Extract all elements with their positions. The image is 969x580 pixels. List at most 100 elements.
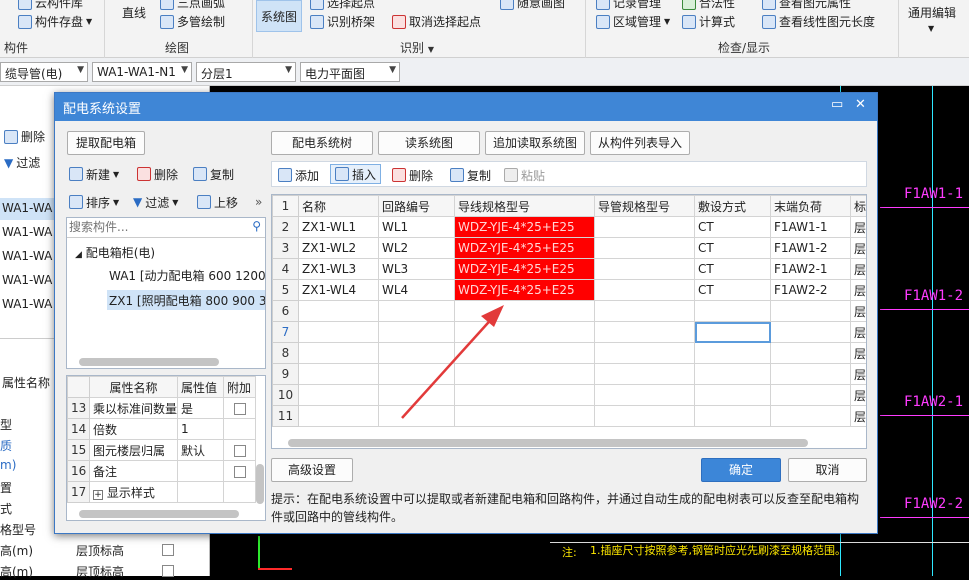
table-row[interactable]: 11 层 xyxy=(272,405,866,427)
checkbox[interactable] xyxy=(162,563,174,577)
attribute-icon xyxy=(762,0,776,10)
system-diagram-button[interactable]: 系统图 xyxy=(256,0,303,32)
insert-button[interactable]: 插入 xyxy=(330,164,382,184)
table-row[interactable]: 13 乘以标准间数量是 xyxy=(67,397,256,419)
checkbox[interactable] xyxy=(162,542,174,556)
legal-button[interactable]: 合法性 xyxy=(682,0,735,11)
cancel-select-start-button[interactable]: 取消选择起点 xyxy=(392,13,481,30)
copy-component-button[interactable]: 复制 xyxy=(193,164,234,184)
minimize-icon[interactable]: ▭ xyxy=(831,97,843,112)
import-from-component-list-button[interactable]: 从构件列表导入 xyxy=(590,131,690,155)
list-item[interactable]: WA1-WA xyxy=(0,222,60,244)
length-icon xyxy=(762,14,776,29)
advanced-settings-button[interactable]: 高级设置 xyxy=(271,458,353,482)
horizontal-scrollbar[interactable] xyxy=(288,439,808,447)
add-icon xyxy=(278,168,292,182)
extract-distribution-box-button[interactable]: 提取配电箱 xyxy=(67,131,145,155)
copy-row-button[interactable]: 复制 xyxy=(450,165,491,185)
three-point-arc-button[interactable]: 三点画弧 xyxy=(160,0,225,11)
table-row[interactable]: 6层 xyxy=(272,300,866,322)
table-row[interactable]: 15 图元楼层归属 默认 xyxy=(67,439,256,461)
table-row[interactable]: 3 ZX1-WL2 WL2 WDZ-YJE-4*25+E25 CT F1AW1-2 层 xyxy=(272,237,866,259)
tree-root[interactable]: ◢ 配电箱柜(电) xyxy=(75,244,155,261)
read-system-diagram-button[interactable]: 读系统图 xyxy=(378,131,480,155)
active-cell[interactable] xyxy=(694,321,771,343)
tree-item-zx1[interactable]: ZX1 [照明配电箱 800 900 30 xyxy=(107,290,265,310)
property-table: 属性名称 属性值 附加 13 乘以标准间数量是 14 倍数 1 15 图元楼层归属 默认 … xyxy=(67,376,256,503)
horizontal-scrollbar[interactable] xyxy=(79,510,239,518)
ok-button[interactable]: 确定 xyxy=(701,458,781,482)
cad-line xyxy=(880,517,969,518)
drawing-select[interactable]: 电力平面图 ▼ xyxy=(300,62,400,82)
paste-row-button[interactable]: 粘贴 xyxy=(504,165,545,185)
append-read-diagram-button[interactable]: 追加读取系统图 xyxy=(485,131,585,155)
view-element-attr-button[interactable]: 查看图元属性 xyxy=(762,0,851,11)
record-manage-button[interactable]: 记录管理 xyxy=(596,0,661,11)
table-row[interactable]: 17 + 显示样式 xyxy=(67,481,256,503)
delete-component-button[interactable]: 删除 xyxy=(137,164,178,184)
layer-select[interactable]: 分层1 ▼ xyxy=(196,62,296,82)
checkbox[interactable] xyxy=(223,460,256,482)
table-row[interactable]: 2 ZX1-WL1 WL1 WDZ-YJE-4*25+E25 CT F1AW1-1 层 xyxy=(272,216,866,238)
filter-button[interactable]: ▼ 过滤 xyxy=(4,154,40,171)
add-button[interactable]: 添加 xyxy=(278,165,319,185)
component-name-select[interactable]: WA1-WA1-N1 ▼ xyxy=(92,62,192,82)
expand-plus-icon[interactable]: + xyxy=(93,489,103,500)
identify-bridge-button[interactable]: 识别桥架 xyxy=(310,13,375,30)
cancel-button[interactable]: 取消 xyxy=(788,458,867,482)
bridge-icon xyxy=(310,14,324,29)
prop-label: 型 xyxy=(0,418,13,432)
more-icon[interactable]: » xyxy=(255,192,262,212)
delete-button[interactable]: 删除 xyxy=(4,128,45,145)
table-row[interactable]: 5 ZX1-WL4 WL4 WDZ-YJE-4*25+E25 CT F1AW2-2 层 xyxy=(272,279,866,301)
table-row[interactable]: 10 层 xyxy=(272,384,866,406)
vertical-scrollbar[interactable] xyxy=(256,464,264,504)
select-start-button[interactable]: 选择起点 xyxy=(310,0,375,11)
view-line-length-button[interactable]: 查看线性图元长度 xyxy=(762,13,875,30)
move-up-button[interactable]: 上移 xyxy=(197,192,238,212)
axis-x-icon xyxy=(258,568,292,570)
tree-item-wa1[interactable]: WA1 [动力配电箱 600 1200 xyxy=(109,267,265,284)
filter-component-button[interactable]: ▼ 过滤 ▼ xyxy=(133,192,178,212)
component-type-select[interactable]: 缆导管(电) ▼ xyxy=(0,62,88,82)
prop-label: 式 xyxy=(0,502,13,516)
arrow-up-icon xyxy=(197,195,211,209)
list-item[interactable]: WA1-WA xyxy=(0,270,60,292)
search-input[interactable] xyxy=(67,218,237,236)
cad-line xyxy=(880,415,969,416)
search-icon[interactable]: ⚲ xyxy=(252,219,261,233)
check-icon xyxy=(682,0,696,10)
horizontal-scrollbar[interactable] xyxy=(79,358,219,366)
table-row[interactable]: 9层 xyxy=(272,363,866,385)
sort-button[interactable]: 排序 ▼ xyxy=(69,192,119,212)
component-save-button[interactable]: 构件存盘 ▼ xyxy=(18,13,92,30)
line-button[interactable]: 直线 xyxy=(122,4,146,21)
list-item[interactable]: WA1-WA xyxy=(0,294,60,316)
table-row[interactable]: 4 ZX1-WL3 WL3 WDZ-YJE-4*25+E25 CT F1AW2-1 层 xyxy=(272,258,866,280)
new-button[interactable]: 新建 ▼ xyxy=(69,164,119,184)
checkbox[interactable] xyxy=(223,439,256,461)
expand-icon[interactable]: ◢ xyxy=(75,250,82,260)
checkbox[interactable] xyxy=(223,397,256,419)
power-system-tree-button[interactable]: 配电系统树 xyxy=(271,131,373,155)
table-row[interactable]: 8层 xyxy=(272,342,866,364)
list-item[interactable]: WA1-WA xyxy=(0,198,60,220)
calc-formula-button[interactable]: 计算式 xyxy=(682,13,735,30)
ribbon-separator xyxy=(585,0,586,58)
group-identify: 识别 ▼ xyxy=(400,41,434,55)
cancel-start-icon xyxy=(392,14,406,29)
list-item[interactable]: WA1-WA xyxy=(0,246,60,268)
table-row[interactable]: 16 备注 xyxy=(67,460,256,482)
region-manage-button[interactable]: 区域管理 ▼ xyxy=(596,13,670,30)
chevron-down-icon[interactable]: ▼ xyxy=(928,24,934,33)
general-edit-button[interactable]: 通用编辑 xyxy=(908,4,956,21)
delete-row-button[interactable]: 删除 xyxy=(392,165,433,185)
multi-pipe-draw-button[interactable]: 多管绘制 xyxy=(160,13,225,30)
component-library-button[interactable]: 云构件库 xyxy=(18,0,83,11)
column-header: 末端负荷 xyxy=(770,195,851,217)
table-row[interactable]: 7层 xyxy=(272,321,866,343)
close-icon[interactable]: ✕ xyxy=(855,97,866,112)
follow-draw-button[interactable]: 随意画图 xyxy=(500,0,565,11)
chevron-down-icon: ▼ xyxy=(389,65,396,75)
table-row[interactable]: 14 倍数 1 xyxy=(67,418,256,440)
